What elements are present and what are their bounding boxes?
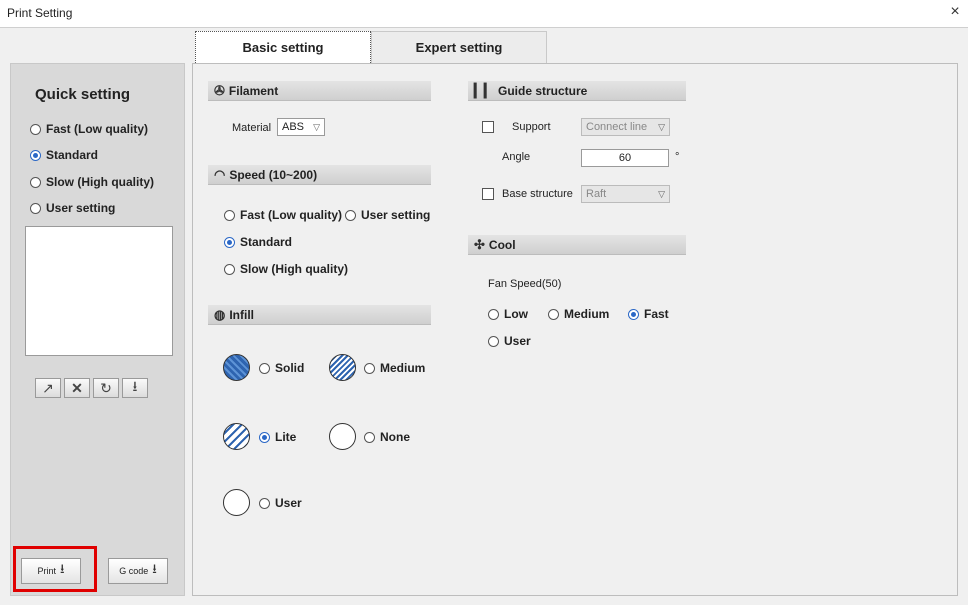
window-title: Print Setting: [7, 6, 73, 20]
speed-user-option[interactable]: User setting: [345, 208, 430, 222]
fan-low-option[interactable]: Low: [488, 307, 528, 321]
angle-label: Angle: [502, 151, 531, 163]
download-button[interactable]: ⭳: [122, 378, 148, 398]
quick-user-option[interactable]: User setting: [30, 201, 115, 215]
download-icon: ⭳: [132, 378, 138, 394]
speed-slow-option[interactable]: Slow (High quality): [224, 262, 348, 276]
radio-icon[interactable]: [488, 308, 499, 320]
base-structure-select[interactable]: Raft ▽: [581, 185, 670, 203]
radio-icon[interactable]: [224, 209, 235, 221]
radio-selected-icon[interactable]: [224, 236, 235, 248]
support-checkbox[interactable]: [482, 121, 494, 133]
chevron-down-icon: ▽: [658, 188, 665, 199]
speed-fast-option[interactable]: Fast (Low quality): [224, 208, 342, 222]
speedometer-icon: ◠: [214, 166, 226, 182]
radio-icon[interactable]: [30, 176, 41, 188]
radio-icon[interactable]: [548, 308, 559, 320]
radio-icon[interactable]: [364, 431, 375, 443]
infill-user-option[interactable]: User: [259, 496, 302, 510]
infill-icon: ◍: [214, 306, 226, 322]
cool-header: ✣ Cool: [468, 235, 686, 255]
fan-medium-option[interactable]: Medium: [548, 307, 609, 321]
infill-none-icon: [329, 423, 356, 450]
infill-lite-icon: [223, 423, 250, 450]
infill-solid-icon: [223, 354, 250, 381]
print-highlight-box: [13, 546, 97, 592]
tab-basic-setting[interactable]: Basic setting: [195, 31, 371, 63]
support-select[interactable]: Connect line ▽: [581, 118, 670, 136]
filament-spool-icon: ✇: [214, 82, 225, 98]
download-arrow-icon: ⭳: [152, 561, 157, 576]
radio-selected-icon[interactable]: [628, 308, 639, 320]
base-structure-checkbox[interactable]: [482, 188, 494, 200]
user-settings-list[interactable]: [25, 226, 173, 356]
material-label: Material: [232, 122, 272, 134]
quick-standard-option[interactable]: Standard: [30, 148, 98, 162]
angle-unit: °: [675, 151, 680, 163]
radio-icon[interactable]: [259, 497, 270, 509]
filament-header: ✇ Filament: [208, 81, 431, 101]
export-icon: ↗: [42, 379, 54, 396]
radio-selected-icon[interactable]: [30, 149, 41, 161]
radio-icon[interactable]: [345, 209, 356, 221]
export-button[interactable]: ↗: [35, 378, 61, 398]
angle-input[interactable]: 60: [581, 149, 669, 167]
quick-slow-option[interactable]: Slow (High quality): [30, 175, 154, 189]
radio-icon[interactable]: [224, 263, 235, 275]
chevron-down-icon: ▽: [313, 121, 320, 132]
material-select[interactable]: ABS ▽: [277, 118, 325, 136]
refresh-button[interactable]: ↻: [93, 378, 119, 398]
infill-none-option[interactable]: None: [364, 430, 410, 444]
chevron-down-icon: ▽: [658, 121, 665, 132]
delete-button[interactable]: ✕: [64, 378, 90, 398]
infill-lite-option[interactable]: Lite: [259, 430, 296, 444]
speed-standard-option[interactable]: Standard: [224, 235, 292, 249]
radio-icon[interactable]: [488, 335, 499, 347]
radio-selected-icon[interactable]: [259, 431, 270, 443]
fan-speed-label: Fan Speed(50): [488, 278, 562, 290]
quick-setting-title: Quick setting: [35, 86, 131, 103]
delete-icon: ✕: [71, 379, 83, 396]
close-icon[interactable]: ×: [946, 3, 964, 21]
infill-user-icon: [223, 489, 250, 516]
radio-icon[interactable]: [30, 202, 41, 214]
fan-fast-option[interactable]: Fast: [628, 307, 669, 321]
fan-icon: ✣: [474, 236, 485, 252]
speed-header: ◠ Speed (10~200): [208, 165, 431, 185]
radio-icon[interactable]: [30, 123, 41, 135]
quick-fast-option[interactable]: Fast (Low quality): [30, 122, 148, 136]
tab-expert-setting[interactable]: Expert setting: [371, 31, 547, 63]
base-structure-label: Base structure: [502, 188, 573, 200]
fan-user-option[interactable]: User: [488, 334, 531, 348]
guide-structure-header: ▎▎ Guide structure: [468, 81, 686, 101]
quick-setting-panel: Quick setting Fast (Low quality) Standar…: [10, 63, 185, 596]
infill-medium-option[interactable]: Medium: [364, 361, 425, 375]
radio-icon[interactable]: [364, 362, 375, 374]
infill-solid-option[interactable]: Solid: [259, 361, 304, 375]
infill-medium-icon: [329, 354, 356, 381]
infill-header: ◍ Infill: [208, 305, 431, 325]
basic-setting-panel: ✇ Filament Material ABS ▽ ◠ Speed (10~20…: [192, 63, 958, 596]
gcode-button[interactable]: G code ⭳: [108, 558, 168, 584]
bar-chart-icon: ▎▎: [474, 82, 494, 98]
radio-icon[interactable]: [259, 362, 270, 374]
refresh-icon: ↻: [100, 379, 112, 396]
support-label: Support: [512, 121, 551, 133]
title-bar: Print Setting ×: [0, 0, 968, 28]
